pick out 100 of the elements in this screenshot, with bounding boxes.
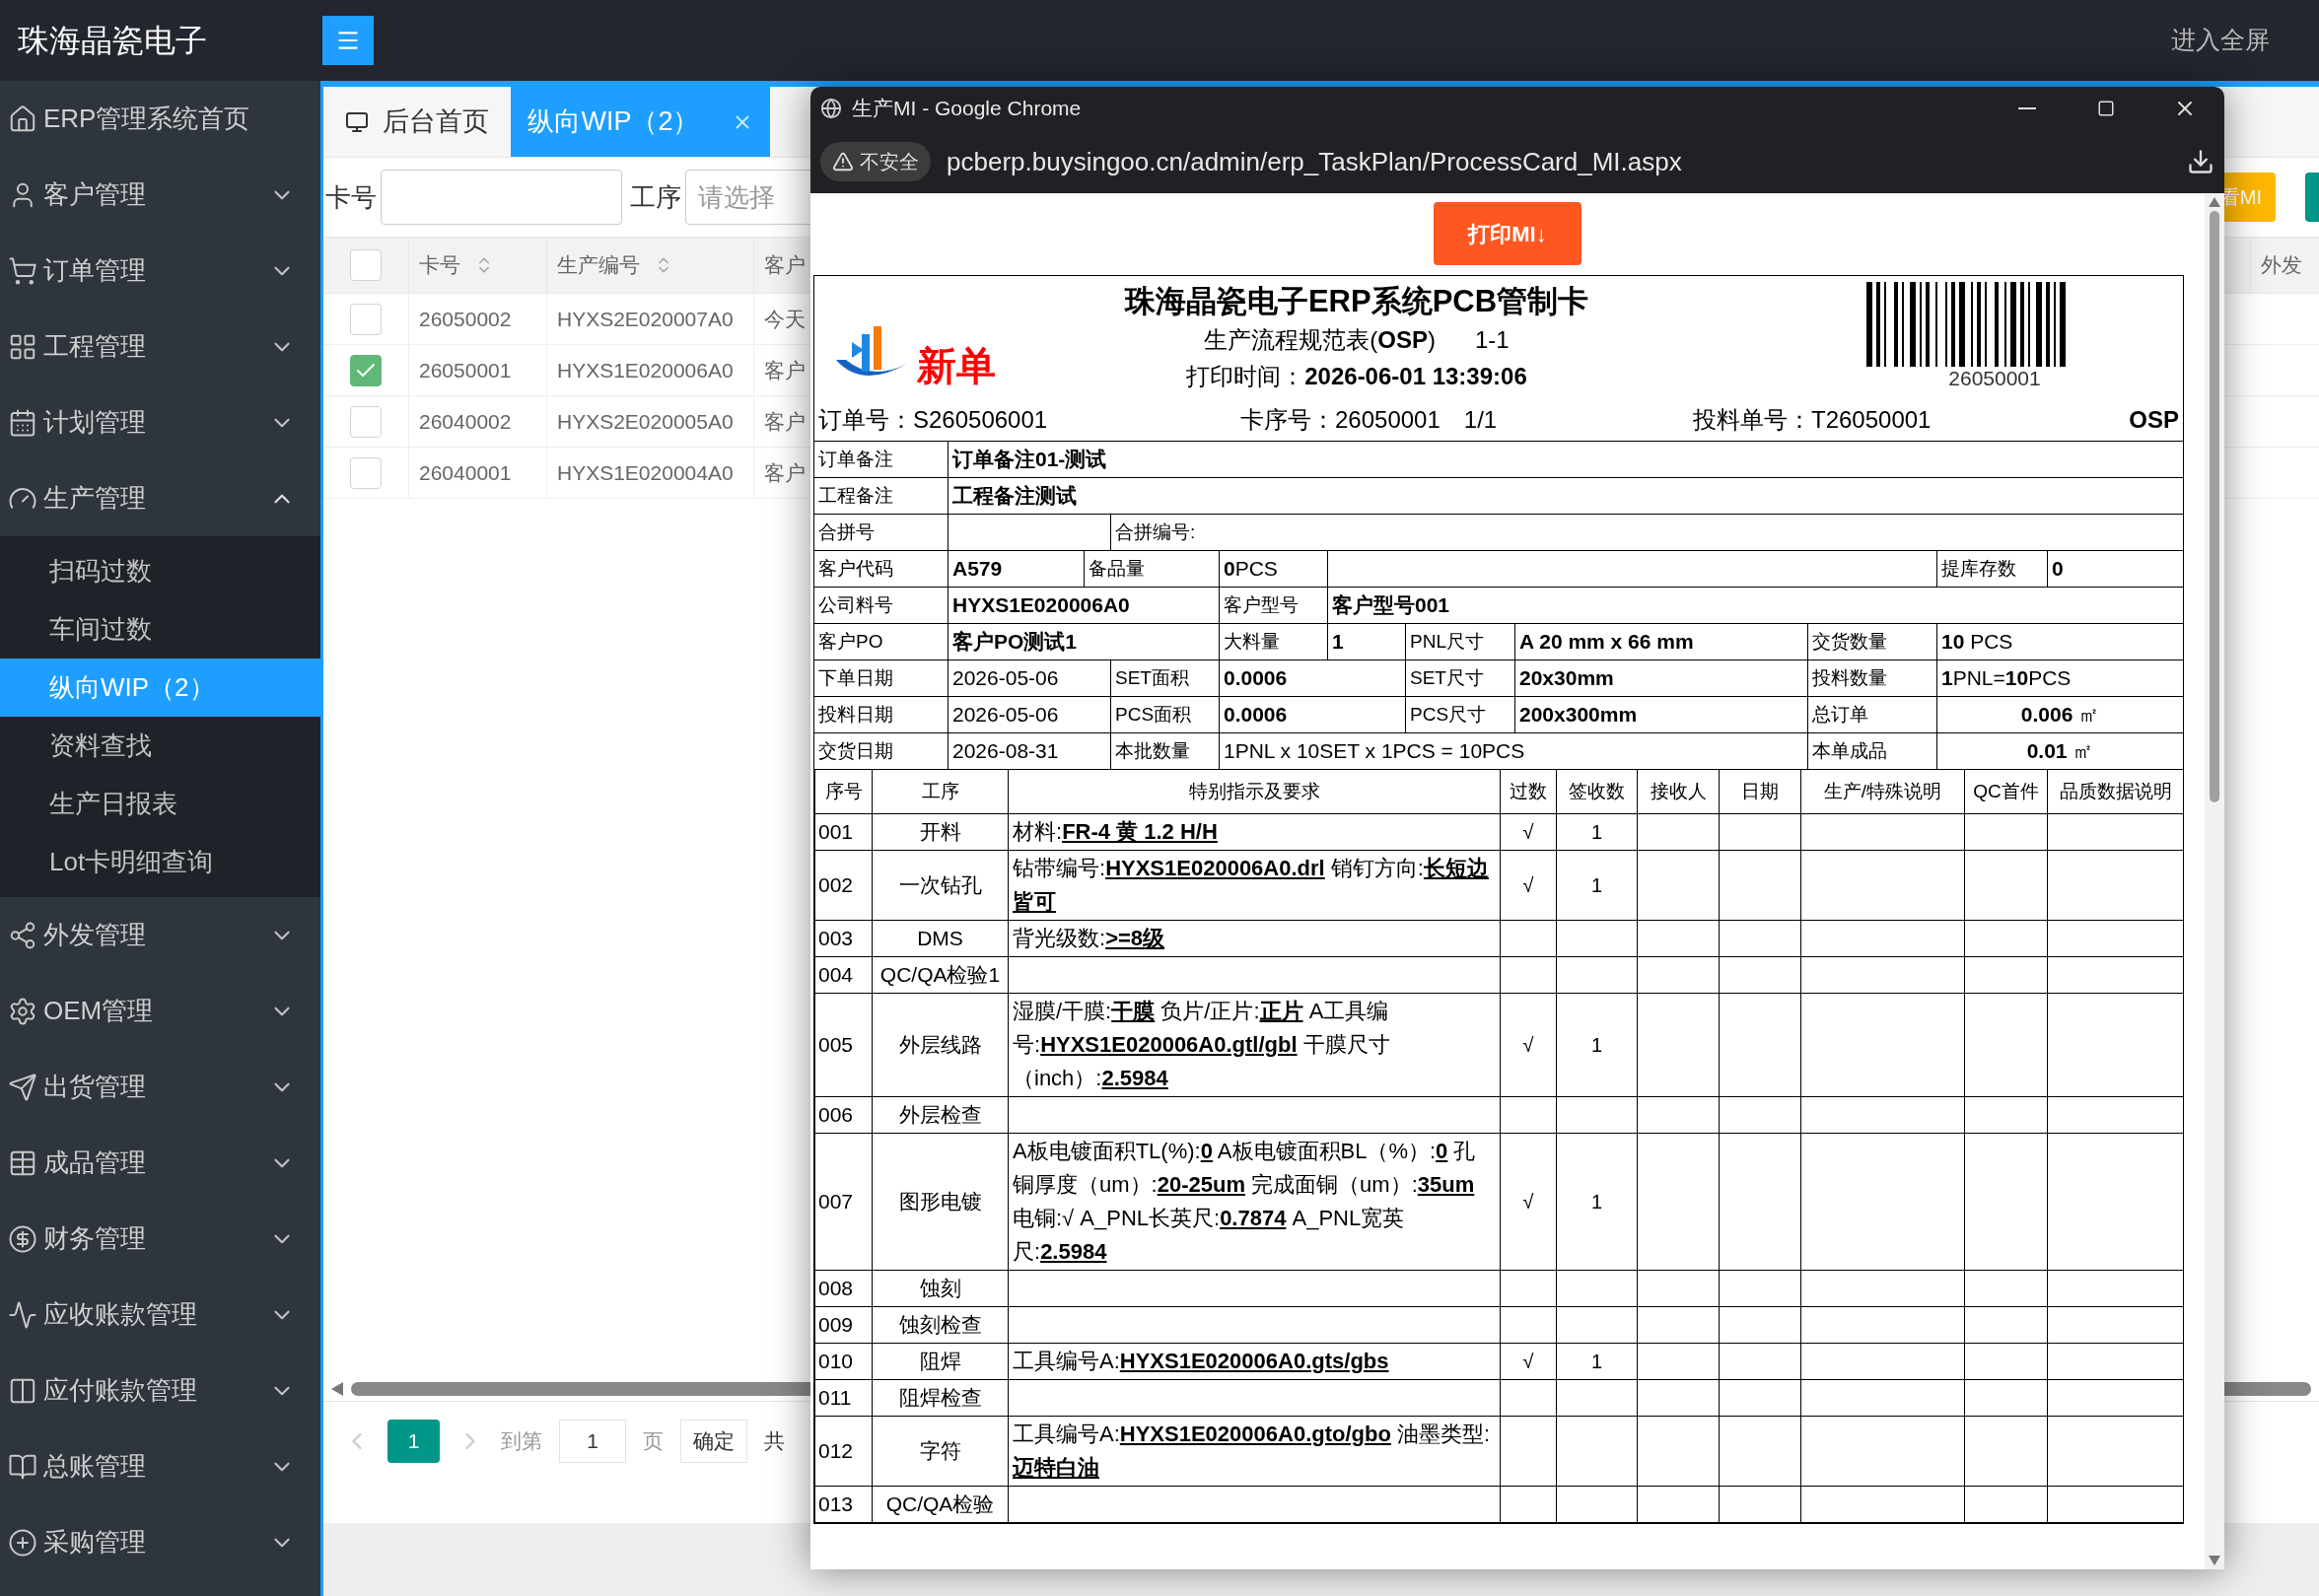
checkbox[interactable] <box>350 354 382 386</box>
table-cell: 阻焊 <box>872 1343 1009 1380</box>
field-label: 客户代码 <box>818 556 893 581</box>
calendar-icon <box>8 407 37 438</box>
column-header: 签收数 <box>1556 769 1638 814</box>
sidebar-item[interactable]: 应付账款管理 <box>0 1353 320 1428</box>
new-order-label: 新单 <box>917 343 996 389</box>
sidebar-item[interactable]: 外发管理 <box>0 897 320 973</box>
table-cell: 外层线路 <box>872 993 1009 1097</box>
field-value: 1PNL=10PCS <box>1941 665 2072 692</box>
page-button[interactable]: 1 <box>387 1419 440 1463</box>
table-cell: 一次钻孔 <box>872 850 1009 921</box>
table-cell-text: 客户 <box>764 408 806 435</box>
sidebar-item[interactable]: OEM管理 <box>0 973 320 1049</box>
globe-icon <box>820 98 842 119</box>
sidebar-item[interactable]: 生产管理 <box>0 460 320 536</box>
checkbox[interactable] <box>350 405 382 438</box>
sidebar-item[interactable]: 计划管理 <box>0 384 320 460</box>
submenu-item[interactable]: 车间过数 <box>0 600 320 659</box>
field-value: 客户型号001 <box>1332 592 1450 619</box>
field-label: SET尺寸 <box>1410 665 1484 690</box>
sidebar-item[interactable]: 订单管理 <box>0 233 320 309</box>
sidebar-item[interactable]: 客户管理 <box>0 157 320 233</box>
vertical-scrollbar[interactable] <box>2205 193 2224 1569</box>
column-header: 日期 <box>1719 769 1801 814</box>
table-cell: 外层检查 <box>872 1096 1009 1134</box>
column-header: 工序 <box>872 769 1009 814</box>
download-icon[interactable] <box>2187 148 2214 175</box>
checkbox[interactable] <box>350 303 382 335</box>
submenu-item[interactable]: 扫码过数 <box>0 542 320 600</box>
field-label: 投料日期 <box>818 702 893 727</box>
field-label: 交货日期 <box>818 738 893 763</box>
sidebar-item[interactable]: 成品管理 <box>0 1125 320 1201</box>
table-cell: √ <box>1500 1133 1557 1271</box>
table-cell: 009 <box>814 1306 873 1344</box>
table-cell: 013 <box>814 1486 873 1523</box>
table-cell: 蚀刻检查 <box>872 1306 1009 1344</box>
scroll-left-icon <box>331 1382 343 1396</box>
table-cell-text: 客户 <box>764 357 806 383</box>
field-value: 2026-05-06 <box>952 665 1059 692</box>
table-cell: √ <box>1500 813 1557 851</box>
fullscreen-link[interactable]: 进入全屏 <box>2171 22 2270 59</box>
url-text[interactable]: pcberp.buysingoo.cn/admin/erp_TaskPlan/ProcessCard_MI.aspx <box>947 142 1682 181</box>
table-cell-text: 26050001 <box>419 357 512 383</box>
security-chip[interactable]: 不安全 <box>820 142 931 181</box>
confirm-button[interactable]: 确定 <box>680 1419 747 1463</box>
sidebar-item[interactable]: 工程管理 <box>0 309 320 384</box>
page-unit: 页 <box>643 1427 664 1454</box>
table-cell: 012 <box>814 1416 873 1487</box>
table-cell: 1 <box>1556 1133 1638 1271</box>
column-header: 客户 <box>764 252 806 279</box>
process-type: OSP <box>2129 405 2179 435</box>
warning-icon <box>832 151 854 173</box>
scroll-up-icon[interactable] <box>2209 197 2220 207</box>
submenu-item[interactable]: Lot卡明细查询 <box>0 833 320 891</box>
sidebar-item[interactable]: 出货管理 <box>0 1049 320 1125</box>
sidebar-item[interactable]: 采购管理 <box>0 1504 320 1580</box>
table-cell: QC/QA检验1 <box>872 956 1009 994</box>
field-label: 合拼编号: <box>1115 520 1196 544</box>
card-subtitle: 生产流程规范表(OSP) <box>1204 325 1436 355</box>
field-label: 工程备注 <box>818 483 893 508</box>
submenu-item[interactable]: 生产日报表 <box>0 775 320 833</box>
table-cell: 011 <box>814 1379 873 1417</box>
input-field[interactable] <box>381 170 622 225</box>
column-header: 生产/特殊说明 <box>1800 769 1965 814</box>
field-label: 提库存数 <box>1941 556 2016 581</box>
field-value: 1PNL x 10SET x 1PCS = 10PCS <box>1224 738 1525 765</box>
menu-button[interactable] <box>322 16 374 65</box>
table-cell-text: 26040001 <box>419 459 512 486</box>
gear-icon <box>8 996 37 1026</box>
field-value: 客户PO测试1 <box>952 629 1078 656</box>
column-header: QC首件 <box>1964 769 2048 814</box>
sidebar-item[interactable]: 财务管理 <box>0 1201 320 1277</box>
monitor-icon <box>345 109 369 134</box>
field-label: 卡号 <box>324 180 378 214</box>
submenu-item[interactable]: 资料查找 <box>0 717 320 775</box>
field-label: 工序 <box>629 180 682 214</box>
sidebar-item[interactable]: 总账管理 <box>0 1428 320 1504</box>
table-cell: A板电镀面积TL(%):0 A板电镀面积BL（%）:0 孔铜厚度（um）:20-25um 完成面铜（um）:35um 电铜:√ A_PNL长英尺:0.7874 A_PNL宽英尺:2.5984 <box>1008 1133 1501 1271</box>
table-cell-text: 26040002 <box>419 408 512 435</box>
column-header: 特别指示及要求 <box>1008 769 1501 814</box>
scroll-down-icon[interactable] <box>2209 1556 2220 1565</box>
checkbox[interactable] <box>350 456 382 489</box>
field-value: 0.01 ㎡ <box>2026 738 2094 765</box>
field-value: 2026-05-06 <box>952 702 1059 729</box>
field-value: 0.0006 <box>1224 665 1288 692</box>
table-cell: 007 <box>814 1133 873 1271</box>
brand-title: 珠海晶瓷电子 <box>17 22 208 60</box>
scrollbar-thumb[interactable] <box>2210 211 2219 802</box>
table-cell: 湿膜/干膜:干膜 负片/正片:正片 A工具编号:HYXS1E020006A0.gtl/gbl 干膜尺寸（inch）:2.5984 <box>1008 993 1501 1097</box>
sidebar-item[interactable]: ERP管理系统首页 <box>0 81 320 157</box>
sequence-number: 1-1 <box>1475 325 1510 355</box>
sidebar-item[interactable]: 应收账款管理 <box>0 1277 320 1353</box>
field-label: 交货数量 <box>1812 629 1887 654</box>
tab[interactable]: 后台首页 <box>323 87 511 157</box>
column-header: 卡号 <box>419 252 460 279</box>
table-cell: 008 <box>814 1270 873 1307</box>
checkbox[interactable] <box>350 249 382 281</box>
field-value: A579 <box>952 556 1003 583</box>
page-input[interactable]: 1 <box>559 1419 626 1463</box>
